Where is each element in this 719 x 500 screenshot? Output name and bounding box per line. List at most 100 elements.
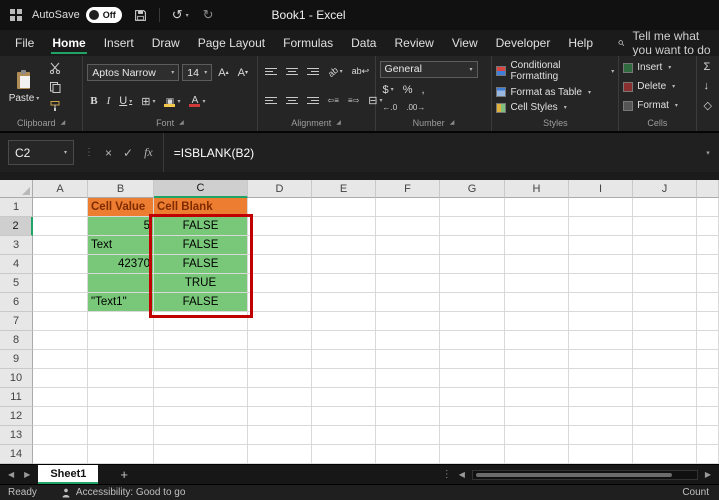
sheet-tab-sheet1[interactable]: Sheet1 — [38, 465, 99, 484]
cell-partial[interactable] — [697, 312, 719, 331]
orientation-button[interactable]: ab ▾ — [325, 65, 346, 79]
cell-b2[interactable]: 5 — [88, 217, 154, 236]
cell-f4[interactable] — [376, 255, 440, 274]
fill-button[interactable]: ↓ — [701, 79, 713, 93]
cell-a14[interactable] — [33, 445, 88, 464]
column-header-j[interactable]: J — [633, 180, 697, 198]
cell-e7[interactable] — [312, 312, 376, 331]
cell-c2[interactable]: FALSE — [154, 217, 248, 236]
cell-b3[interactable]: Text — [88, 236, 154, 255]
decrease-font-button[interactable]: A ▾ — [235, 66, 251, 80]
cell-f9[interactable] — [376, 350, 440, 369]
cell-f3[interactable] — [376, 236, 440, 255]
wrap-text-button[interactable]: ab↩ — [349, 65, 373, 78]
cell-h6[interactable] — [505, 293, 569, 312]
cell-g3[interactable] — [440, 236, 505, 255]
cell-d12[interactable] — [248, 407, 312, 426]
cell-b12[interactable] — [88, 407, 154, 426]
cell-g12[interactable] — [440, 407, 505, 426]
undo-button[interactable]: ↺ ▾ — [170, 7, 191, 23]
cell-c10[interactable] — [154, 369, 248, 388]
cell-e10[interactable] — [312, 369, 376, 388]
cell-e1[interactable] — [312, 198, 376, 217]
tab-review[interactable]: Review — [385, 31, 442, 55]
cell-a11[interactable] — [33, 388, 88, 407]
cell-e5[interactable] — [312, 274, 376, 293]
cell-e12[interactable] — [312, 407, 376, 426]
italic-button[interactable]: I — [104, 94, 114, 108]
cell-partial[interactable] — [697, 198, 719, 217]
row-header-11[interactable]: 11 — [0, 388, 33, 407]
cell-h10[interactable] — [505, 369, 569, 388]
insert-function-button[interactable]: fx — [144, 145, 153, 160]
align-left-button[interactable] — [262, 96, 280, 105]
row-header-10[interactable]: 10 — [0, 369, 33, 388]
accounting-format-button[interactable]: $ ▾ — [380, 83, 397, 97]
tab-file[interactable]: File — [6, 31, 43, 55]
cell-f11[interactable] — [376, 388, 440, 407]
cell-e11[interactable] — [312, 388, 376, 407]
formula-input[interactable]: =ISBLANK(B2) — [164, 133, 697, 172]
row-header-5[interactable]: 5 — [0, 274, 33, 293]
cell-h1[interactable] — [505, 198, 569, 217]
cell-e8[interactable] — [312, 331, 376, 350]
cell-partial[interactable] — [697, 445, 719, 464]
cell-a9[interactable] — [33, 350, 88, 369]
tab-draw[interactable]: Draw — [143, 31, 189, 55]
increase-font-button[interactable]: A ▴ — [215, 66, 231, 80]
column-header-g[interactable]: G — [440, 180, 505, 198]
cell-i5[interactable] — [569, 274, 633, 293]
number-format-select[interactable]: General ▾ — [379, 60, 478, 78]
align-bottom-button[interactable] — [304, 67, 322, 76]
cell-i6[interactable] — [569, 293, 633, 312]
cell-d8[interactable] — [248, 331, 312, 350]
cell-g7[interactable] — [440, 312, 505, 331]
scrollbar-thumb[interactable] — [475, 472, 672, 477]
tab-home[interactable]: Home — [43, 31, 94, 55]
cell-h7[interactable] — [505, 312, 569, 331]
fill-color-button[interactable]: ▣ ▾ — [161, 95, 183, 108]
paste-button[interactable]: Paste ▾ — [4, 58, 44, 115]
cell-i2[interactable] — [569, 217, 633, 236]
insert-cells-button[interactable]: Insert ▾ — [623, 62, 691, 73]
cell-i11[interactable] — [569, 388, 633, 407]
cell-i9[interactable] — [569, 350, 633, 369]
cell-g4[interactable] — [440, 255, 505, 274]
cell-g8[interactable] — [440, 331, 505, 350]
column-header-partial[interactable] — [697, 180, 719, 198]
cell-b9[interactable] — [88, 350, 154, 369]
cell-a13[interactable] — [33, 426, 88, 445]
cell-e9[interactable] — [312, 350, 376, 369]
cell-partial[interactable] — [697, 274, 719, 293]
cell-h5[interactable] — [505, 274, 569, 293]
cell-g13[interactable] — [440, 426, 505, 445]
row-header-1[interactable]: 1 — [0, 198, 33, 217]
borders-button[interactable]: ⊞ ▾ — [138, 94, 158, 109]
cell-a3[interactable] — [33, 236, 88, 255]
cell-f1[interactable] — [376, 198, 440, 217]
cell-partial[interactable] — [697, 255, 719, 274]
save-button[interactable] — [132, 9, 149, 22]
cell-c7[interactable] — [154, 312, 248, 331]
cell-i13[interactable] — [569, 426, 633, 445]
add-sheet-button[interactable]: + — [114, 466, 134, 483]
cell-a6[interactable] — [33, 293, 88, 312]
cell-a12[interactable] — [33, 407, 88, 426]
decrease-decimal-button[interactable]: .00→ — [403, 102, 428, 113]
align-center-button[interactable] — [283, 96, 301, 105]
cell-a7[interactable] — [33, 312, 88, 331]
cell-g11[interactable] — [440, 388, 505, 407]
cell-b7[interactable] — [88, 312, 154, 331]
tell-me-search[interactable]: Tell me what you want to do — [618, 29, 713, 57]
autosum-button[interactable]: Σ — [701, 60, 714, 74]
cell-f2[interactable] — [376, 217, 440, 236]
row-header-4[interactable]: 4 — [0, 255, 33, 274]
conditional-formatting-button[interactable]: Conditional Formatting ▾ — [496, 60, 614, 82]
cell-j14[interactable] — [633, 445, 697, 464]
cell-d2[interactable] — [248, 217, 312, 236]
cell-c5[interactable]: TRUE — [154, 274, 248, 293]
cell-i3[interactable] — [569, 236, 633, 255]
scroll-left-button[interactable]: ◀ — [457, 470, 467, 479]
expand-formula-bar-button[interactable]: ▾ — [697, 133, 719, 172]
font-size-select[interactable]: 14 ▾ — [182, 64, 213, 82]
